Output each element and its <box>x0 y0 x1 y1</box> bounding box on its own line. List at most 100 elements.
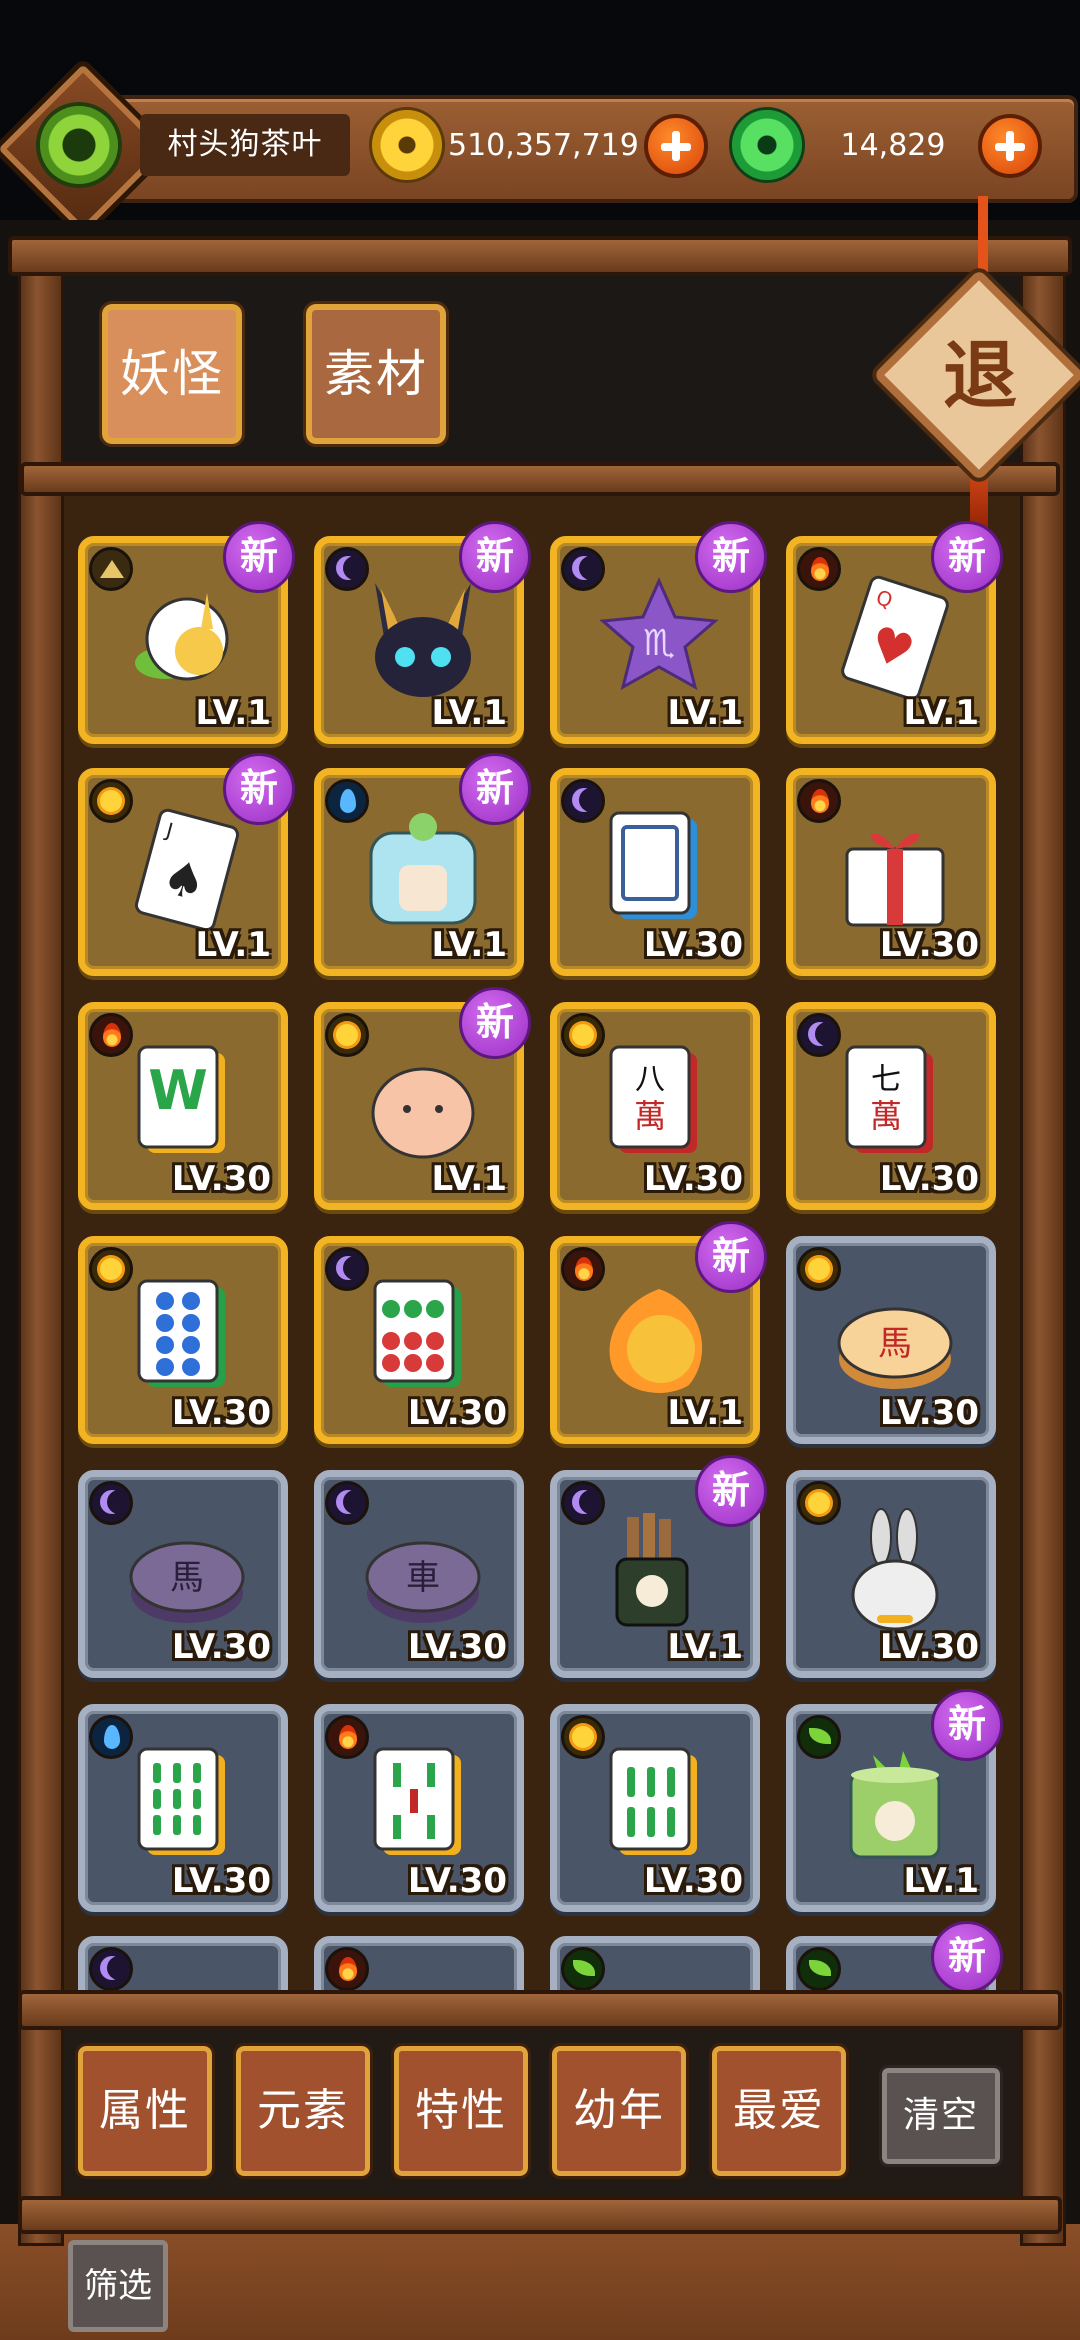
filter-button[interactable]: 筛选 <box>68 2240 168 2332</box>
fire-element-icon <box>89 1013 133 1057</box>
add-gold-button[interactable] <box>644 114 708 178</box>
monster-card[interactable]: LV.30 <box>314 1704 524 1912</box>
level-label: LV.1 <box>195 693 272 733</box>
tab-monster[interactable]: 妖怪 <box>99 301 245 447</box>
anubis-cat-art <box>375 583 471 697</box>
level-label: LV.30 <box>879 1393 979 1433</box>
moon-element-icon <box>561 779 605 823</box>
new-badge: 新 <box>931 1921 1003 1990</box>
favorite-filter-button[interactable]: 最爱 <box>709 2043 849 2179</box>
svg-text:八: 八 <box>635 1062 665 1097</box>
monster-card[interactable]: LV.1 新 <box>78 521 295 744</box>
monster-card[interactable]: LV.30 <box>550 1704 760 1912</box>
attribute-filter-button[interactable]: 属性 <box>75 2043 215 2179</box>
level-label: LV.1 <box>667 693 744 733</box>
jelly-block-art <box>369 813 477 925</box>
fire-element-icon <box>325 1947 369 1990</box>
monster-card[interactable]: LV.1 新 <box>314 753 531 976</box>
tab-material[interactable]: 素材 <box>303 301 449 447</box>
bamboo-stump-art <box>849 1751 941 1859</box>
monster-card[interactable]: W LV.30 <box>78 1002 288 1210</box>
monster-card[interactable]: LV.1 新 <box>550 1221 767 1444</box>
monster-card[interactable]: LV.30 <box>786 768 996 976</box>
monster-card[interactable]: LV.1 新 <box>314 521 531 744</box>
blank-mahjong-tile-art <box>609 811 697 919</box>
monster-card[interactable] <box>78 1936 288 1990</box>
monster-card[interactable]: 馬 LV.30 <box>78 1470 288 1678</box>
level-label: LV.30 <box>407 1861 507 1901</box>
sun-element-icon <box>797 1247 841 1291</box>
gold-amount: 510,357,719 <box>448 128 639 163</box>
new-badge: 新 <box>931 521 1003 593</box>
monster-card[interactable]: LV.1 新 <box>314 987 531 1210</box>
monster-card[interactable] <box>314 1936 524 1990</box>
monster-card[interactable]: 馬 LV.30 <box>786 1236 996 1444</box>
queen-of-hearts-card-art: Q ♥ <box>841 575 949 701</box>
level-label: LV.30 <box>879 925 979 965</box>
new-badge: 新 <box>695 1221 767 1293</box>
svg-text:♏: ♏ <box>643 623 675 664</box>
exit-label[interactable]: 退 <box>920 326 1040 426</box>
svg-text:馬: 馬 <box>878 1324 912 1364</box>
jade-amount: 14,829 <box>840 128 946 163</box>
moon-element-icon <box>89 1947 133 1990</box>
monster-card[interactable]: ♏ LV.1 新 <box>550 521 767 744</box>
level-label: LV.30 <box>171 1393 271 1433</box>
cabinet-beam-bottom <box>18 2196 1062 2234</box>
monster-card[interactable] <box>550 1936 760 1990</box>
level-label: LV.1 <box>431 693 508 733</box>
monster-card[interactable]: LV.30 <box>78 1704 288 1912</box>
level-label: LV.1 <box>667 1627 744 1667</box>
partial-art <box>125 1973 249 1990</box>
fire-element-icon <box>561 1247 605 1291</box>
clear-filters-button[interactable]: 清空 <box>879 2065 1003 2167</box>
gold-coin-icon <box>372 110 442 180</box>
sun-element-icon <box>561 1013 605 1057</box>
mahjong-w-tile-art: W <box>137 1045 225 1153</box>
level-label: LV.1 <box>431 925 508 965</box>
monster-card[interactable]: 新 <box>786 1921 1003 1990</box>
mahjong-5-bamboo-tile-art <box>373 1747 461 1855</box>
scorpio-star-art: ♏ <box>599 577 719 690</box>
element-filter-button[interactable]: 元素 <box>233 2043 373 2179</box>
level-label: LV.30 <box>643 1861 743 1901</box>
sun-element-icon <box>89 779 133 823</box>
level-label: LV.30 <box>171 1627 271 1667</box>
monster-card[interactable]: LV.30 <box>786 1470 996 1678</box>
moon-element-icon <box>89 1481 133 1525</box>
monster-card[interactable]: J ♠ LV.1 新 <box>78 753 295 976</box>
monster-card[interactable]: 車 LV.30 <box>314 1470 524 1678</box>
jade-coin-icon <box>732 110 802 180</box>
monster-card[interactable]: 七 萬 LV.30 <box>786 1002 996 1210</box>
water-element-icon <box>89 1715 133 1759</box>
new-badge: 新 <box>695 1455 767 1527</box>
monster-card[interactable]: LV.1 新 <box>550 1455 767 1678</box>
level-label: LV.30 <box>407 1393 507 1433</box>
moon-element-icon <box>325 1247 369 1291</box>
monster-card[interactable]: LV.30 <box>314 1236 524 1444</box>
avatar-jade-icon <box>40 106 118 184</box>
mahjong-8-dot-tile-art <box>137 1279 225 1387</box>
mahjong-7-wan-tile-art: 七 萬 <box>845 1045 933 1153</box>
new-badge: 新 <box>459 987 531 1059</box>
sun-element-icon <box>561 1715 605 1759</box>
monster-card[interactable]: 八 萬 LV.30 <box>550 1002 760 1210</box>
add-jade-button[interactable] <box>978 114 1042 178</box>
trait-filter-button[interactable]: 特性 <box>391 2043 531 2179</box>
moon-element-icon <box>561 547 605 591</box>
moon-element-icon <box>325 547 369 591</box>
new-badge: 新 <box>459 753 531 825</box>
gift-box-art <box>845 832 945 927</box>
monster-card[interactable]: LV.30 <box>550 768 760 976</box>
juvenile-filter-button[interactable]: 幼年 <box>549 2043 689 2179</box>
svg-text:馬: 馬 <box>170 1558 204 1598</box>
monster-card[interactable]: Q ♥ LV.1 新 <box>786 521 1003 744</box>
monster-card[interactable]: LV.30 <box>78 1236 288 1444</box>
sun-element-icon <box>325 1013 369 1057</box>
svg-text:七: 七 <box>871 1062 901 1097</box>
svg-text:車: 車 <box>406 1558 440 1598</box>
water-element-icon <box>325 779 369 823</box>
mahjong-9-bamboo-tile-art <box>137 1747 225 1855</box>
monster-card[interactable]: LV.1 新 <box>786 1689 1003 1912</box>
mahjong-8-wan-tile-art: 八 萬 <box>609 1045 697 1153</box>
